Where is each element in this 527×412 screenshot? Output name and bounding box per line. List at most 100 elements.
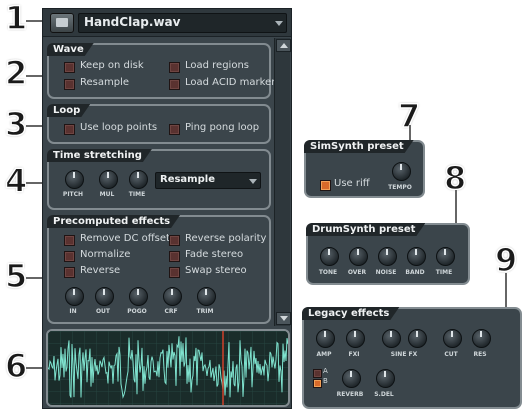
load-acid-markers-checkbox[interactable] — [169, 79, 180, 90]
sine-fx-knob-label: SINE FX — [390, 351, 418, 358]
fade-stereo-label: Fade stereo — [185, 249, 244, 260]
drumsynth-time-knob-label: TIME — [435, 269, 453, 276]
sdel-knob[interactable] — [376, 369, 395, 388]
callout-6: 6 — [4, 347, 28, 385]
sample-settings-panel: HandClap.wav Wave Keep on disk Resample … — [42, 8, 292, 409]
file-bar: HandClap.wav — [43, 9, 291, 37]
fade-stereo-checkbox[interactable] — [169, 251, 180, 262]
legacy-effects-panel: Legacy effects AMP FXI SINE FX CUT RES A… — [302, 307, 522, 409]
loop-title: Loop — [47, 104, 90, 117]
time-stretching-group: Time stretching PITCH MUL TIME Resample — [47, 149, 271, 210]
precomputed-effects-title: Precomputed effects — [47, 215, 180, 228]
callout-4: 4 — [4, 162, 28, 200]
swap-stereo-label: Swap stereo — [185, 265, 247, 276]
ping-pong-loop-checkbox[interactable] — [169, 124, 180, 135]
pogo-knob[interactable] — [129, 287, 148, 306]
use-loop-points-label: Use loop points — [80, 122, 158, 133]
tone-knob[interactable] — [320, 247, 339, 266]
remove-dc-offset-checkbox[interactable] — [64, 235, 75, 246]
effect-a-label: A — [323, 367, 328, 375]
over-knob[interactable] — [349, 247, 368, 266]
drumsynth-preset-title: DrumSynth preset — [306, 223, 425, 236]
effect-b-label: B — [323, 377, 328, 385]
load-regions-label: Load regions — [185, 60, 250, 71]
pitch-knob[interactable] — [65, 170, 84, 189]
callout-1-line — [26, 20, 42, 22]
remove-dc-offset-label: Remove DC offset — [80, 233, 170, 244]
trim-knob[interactable] — [197, 287, 216, 306]
callout-5: 5 — [4, 257, 28, 295]
res-knob-label: RES — [473, 351, 487, 358]
reverse-polarity-label: Reverse polarity — [185, 233, 267, 244]
reverb-knob[interactable] — [342, 369, 361, 388]
normalize-label: Normalize — [80, 249, 131, 260]
wave-group: Wave Keep on disk Resample Load regions … — [47, 43, 281, 99]
sample-file-name: HandClap.wav — [84, 15, 181, 29]
waveform-svg — [48, 331, 288, 405]
callout-9-line — [505, 273, 507, 309]
callout-3: 3 — [4, 105, 28, 143]
stretch-mode-select[interactable]: Resample — [155, 172, 261, 189]
scroll-up-button[interactable] — [276, 39, 291, 52]
legacy-effects-title: Legacy effects — [302, 307, 399, 320]
res-knob[interactable] — [472, 329, 491, 348]
chevron-down-icon — [275, 21, 283, 26]
chevron-down-icon — [280, 316, 288, 321]
tempo-knob[interactable] — [392, 162, 411, 181]
effect-a-checkbox[interactable] — [313, 369, 322, 378]
band-knob[interactable] — [407, 247, 426, 266]
callout-8-line — [455, 190, 457, 226]
open-folder-button[interactable] — [50, 13, 74, 33]
use-riff-checkbox[interactable] — [320, 180, 331, 191]
use-riff-label: Use riff — [334, 178, 370, 189]
keep-on-disk-checkbox[interactable] — [64, 62, 75, 73]
fx-knob[interactable] — [408, 329, 427, 348]
tempo-knob-label: TEMPO — [388, 184, 412, 191]
callout-2: 2 — [4, 54, 28, 92]
out-knob[interactable] — [95, 287, 114, 306]
sine-knob[interactable] — [382, 329, 401, 348]
chevron-up-icon — [280, 43, 288, 48]
stretch-mode-value: Resample — [160, 174, 215, 185]
reverse-label: Reverse — [80, 265, 121, 276]
resample-checkbox[interactable] — [64, 79, 75, 90]
crf-knob[interactable] — [163, 287, 182, 306]
drumsynth-preset-panel: DrumSynth preset TONE OVER NOISE BAND TI… — [306, 223, 470, 285]
use-loop-points-checkbox[interactable] — [64, 124, 75, 135]
noise-knob[interactable] — [378, 247, 397, 266]
chevron-down-icon — [249, 179, 257, 184]
mul-knob[interactable] — [99, 170, 118, 189]
callout-1: 1 — [4, 0, 28, 37]
load-regions-checkbox[interactable] — [169, 62, 180, 73]
reverse-checkbox[interactable] — [64, 267, 75, 278]
in-knob[interactable] — [65, 287, 84, 306]
amp-knob[interactable] — [316, 329, 335, 348]
swap-stereo-checkbox[interactable] — [169, 267, 180, 278]
wave-title: Wave — [47, 43, 94, 56]
load-acid-markers-label: Load ACID markers — [185, 77, 281, 88]
fxi-knob[interactable] — [346, 329, 365, 348]
resample-label: Resample — [80, 77, 130, 88]
trim-knob-label: TRIM — [196, 308, 214, 315]
time-knob[interactable] — [129, 170, 148, 189]
time-knob-drumsynth[interactable] — [436, 247, 455, 266]
simsynth-preset-title: SimSynth preset — [304, 140, 414, 153]
normalize-checkbox[interactable] — [64, 251, 75, 262]
fxi-knob-label: FXI — [348, 351, 360, 358]
sdel-knob-label: S.DEL — [374, 391, 394, 398]
cut-knob[interactable] — [443, 329, 462, 348]
loop-group: Loop Use loop points Ping pong loop — [47, 104, 271, 144]
callout-9: 9 — [494, 241, 518, 279]
effect-b-checkbox[interactable] — [313, 379, 322, 388]
settings-scrollbar[interactable] — [274, 38, 291, 326]
time-knob-label: TIME — [128, 191, 146, 198]
precomputed-effects-group: Precomputed effects Remove DC offset Nor… — [47, 215, 271, 324]
waveform-display[interactable] — [46, 329, 290, 407]
ping-pong-loop-label: Ping pong loop — [185, 122, 260, 133]
scroll-down-button[interactable] — [276, 312, 291, 325]
time-stretching-title: Time stretching — [47, 149, 152, 162]
sample-file-selector[interactable]: HandClap.wav — [78, 13, 287, 33]
reverse-polarity-checkbox[interactable] — [169, 235, 180, 246]
folder-icon — [56, 18, 68, 27]
keep-on-disk-label: Keep on disk — [80, 60, 144, 71]
